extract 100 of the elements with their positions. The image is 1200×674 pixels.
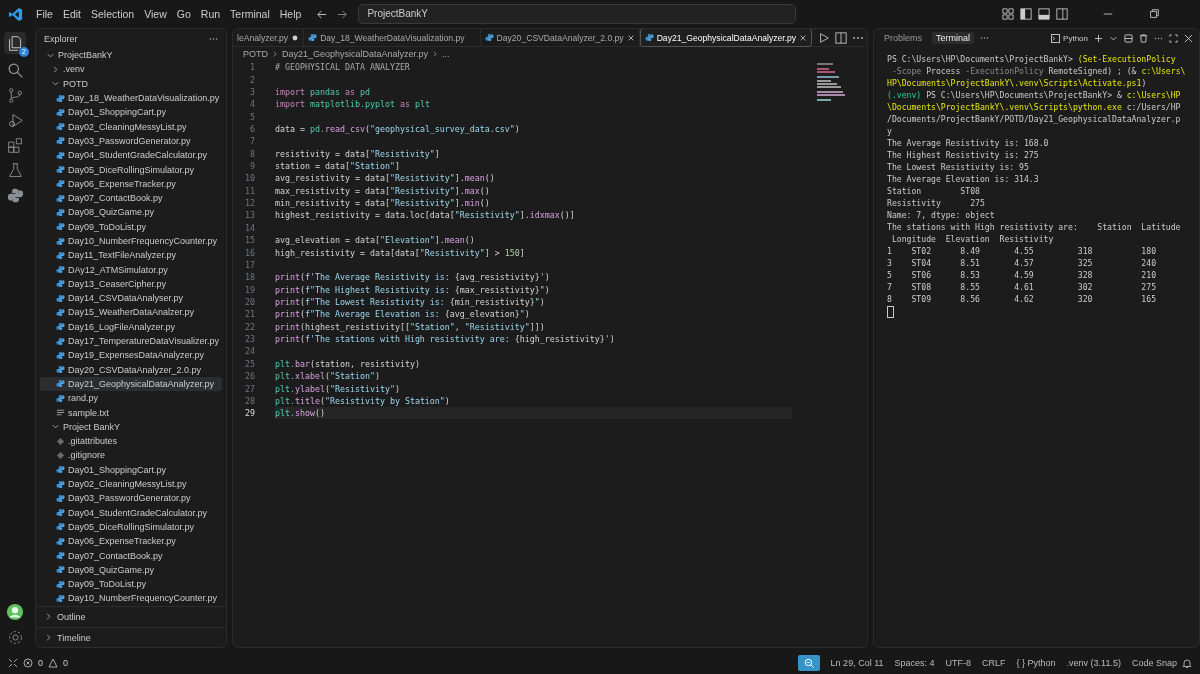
status-item[interactable]: Code Snap [1131, 658, 1177, 668]
breadcrumb-item[interactable]: ... [442, 49, 450, 59]
line-number: 26 [244, 371, 255, 382]
terminal-line: 7 ST08 8.55 4.61 302 275 [887, 281, 1157, 293]
tree-item[interactable]: Day09_ToDoList.py [40, 219, 222, 234]
tree-item[interactable]: Day15_WeatherDataAnalzer.py [40, 305, 222, 320]
tree-item[interactable]: Day07_ContactBook.py [40, 548, 222, 563]
tree-item[interactable]: Day13_CeaserCipher.py [40, 276, 222, 292]
line-number: 27 [244, 383, 255, 394]
tree-item[interactable]: Day02_CleaningMessyList.py [40, 119, 222, 134]
line-number: 19 [244, 284, 255, 295]
line-number: 14 [244, 222, 255, 233]
tree-item[interactable]: Day06_ExpenseTracker.py [40, 176, 222, 191]
line-number: 15 [244, 235, 255, 246]
error-count[interactable]: 0 [38, 658, 43, 668]
menu-item[interactable]: Go [171, 8, 196, 20]
line-number: 18 [244, 272, 255, 283]
menu-item[interactable]: Help [274, 8, 307, 20]
code-line: avg_resistivity = data["Resistivity"].mean() [275, 173, 495, 184]
tree-item[interactable]: rand.py [40, 391, 222, 406]
tree-item[interactable]: Day05_DiceRollingSimulator.py [40, 519, 222, 535]
line-number: 23 [244, 334, 255, 345]
menu-item[interactable]: Terminal [225, 8, 275, 20]
line-number: 16 [244, 247, 255, 258]
editor-tab[interactable]: Day20_CSVDataAnalyzer_2.0.py [480, 29, 640, 46]
status-item[interactable]: .venv (3.11.5) [1066, 658, 1121, 668]
tree-item[interactable]: Day06_ExpenseTracker.py [40, 534, 222, 549]
tree-item[interactable]: .gitignore [40, 448, 222, 463]
tree-item[interactable]: Day03_PasswordGenerator.py [40, 491, 222, 506]
tree-item[interactable]: Day04_StudentGradeCalculator.py [40, 505, 222, 520]
section-header[interactable]: Timeline [36, 626, 226, 647]
command-center-field[interactable]: ProjectBankY [358, 4, 797, 24]
tree-item[interactable]: sample.txt [40, 405, 222, 420]
tree-item[interactable]: ProjectBankY [40, 48, 222, 63]
tree-item[interactable]: Day07_ContactBook.py [40, 190, 222, 206]
tree-item[interactable]: Project BankY [40, 419, 222, 434]
status-item[interactable]: Spaces: 4 [894, 658, 935, 668]
code-line: print(f"The Average Elevation is: {avg_elevation}") [275, 309, 530, 320]
tree-item[interactable]: Day16_LogFileAnalyzer.py [40, 319, 222, 334]
menu-item[interactable]: Edit [57, 8, 86, 20]
editor-tab[interactable]: Day_18_WeatherDataVisualization.py [304, 29, 481, 46]
code-line: print(highest_resistivity[["Station", "Resistivity"]]) [275, 321, 545, 332]
status-item[interactable]: { } Python [1016, 658, 1056, 668]
warning-count[interactable]: 0 [63, 658, 69, 668]
terminal-shell-button[interactable]: Python [1051, 33, 1088, 43]
code-line: plt.bar(station, resistivity) [275, 358, 420, 369]
tree-item[interactable]: Day17_TemperatureDataVisualizer.py [40, 333, 222, 349]
editor-tab[interactable]: leAnalyzer.py [233, 29, 305, 46]
status-item[interactable]: UTF-8 [945, 658, 971, 668]
tree-item[interactable]: Day20_CSVDataAnalyzer_2.0.py [40, 362, 222, 377]
menu-item[interactable]: Run [195, 8, 226, 20]
tree-item[interactable]: Day02_CleaningMessyList.py [40, 476, 222, 492]
tree-item[interactable]: POTD [40, 76, 222, 91]
line-number: 1 [249, 62, 255, 73]
code-line: print(f"The Lowest Resistivity is: {min_resistivity}") [275, 297, 545, 307]
line-number: 9 [249, 161, 255, 172]
menu-item[interactable]: Selection [86, 8, 140, 20]
tree-item[interactable]: Day10_NumberFrequencyCounter.py [40, 233, 222, 249]
breadcrumb-item[interactable]: POTD [243, 49, 268, 59]
code-line: high_resistivity = data[data["Resistivity"] > 150] [275, 247, 525, 258]
tree-item[interactable]: Day10_NumberFrequencyCounter.py [40, 591, 222, 606]
tree-item[interactable]: Day01_ShoppingCart.py [40, 462, 222, 477]
line-number: 25 [244, 358, 255, 369]
breadcrumb-item[interactable]: Day21_GeophysicalDataAnalyzer.py [282, 49, 429, 59]
terminal-line: The stations with High resistivity are: Station Latitude [887, 221, 1181, 233]
tree-item[interactable]: Day21_GeophysicalDataAnalyzer.py [40, 376, 222, 392]
terminal-line: Name: 7, dtype: object [887, 209, 995, 221]
tree-item[interactable]: Day09_ToDoList.py [40, 577, 222, 592]
tree-item[interactable]: .venv [40, 62, 222, 77]
tree-item[interactable]: Day19_ExpensesDataAnalyzer.py [40, 348, 222, 363]
line-number: 28 [244, 395, 255, 406]
panel-tab[interactable]: Terminal [932, 32, 975, 44]
terminal-line: \Documents\ProjectBankY\.venv\Scripts\python.exe c:/Users/HP [887, 101, 1181, 113]
tree-item[interactable]: .gitattributes [40, 434, 222, 449]
tree-item[interactable]: DAy12_ATMSimulator.py [40, 262, 222, 277]
tree-item[interactable]: Day05_DiceRollingSimulator.py [40, 162, 222, 177]
menu-item[interactable]: View [139, 8, 172, 20]
tree-item[interactable]: Day11_TextFileAnalyzer.py [40, 248, 222, 263]
tree-item[interactable]: Day08_QuizGame.py [40, 562, 222, 577]
code-line: print(f'The Average Resistivity is: {avg_resistivity}') [275, 272, 550, 283]
tree-item[interactable]: Day04_StudentGradeCalculator.py [40, 148, 222, 163]
line-number: 29 [244, 408, 255, 419]
code-line: plt.ylabel("Resistivity") [275, 383, 400, 394]
code-line: min_resistivity = data["Resistivity"].min() [275, 198, 490, 209]
terminal-line: /Documents/ProjectBankY/POTD/Day21_GeophysicalDataAnalyzer.p [887, 113, 1181, 125]
line-number: 2 [249, 74, 255, 85]
menu-item[interactable]: File [31, 8, 58, 20]
code-line: data = pd.read_csv("geophysical_survey_data.csv") [275, 123, 520, 134]
tree-item[interactable]: Day14_CSVDataAnalyser.py [40, 291, 222, 306]
tree-item[interactable]: Day08_QuizGame.py [40, 205, 222, 220]
section-header[interactable]: Outline [36, 605, 226, 627]
terminal-line: The Average Elevation is: 314.3 [887, 173, 1039, 185]
status-item[interactable]: Ln 29, Col 11 [830, 658, 884, 668]
editor-tab[interactable]: Day21_GeophysicalDataAnalyzer.py [639, 29, 813, 47]
panel-tab[interactable]: Problems [880, 32, 926, 44]
status-item[interactable]: CRLF [982, 658, 1006, 668]
tree-item[interactable]: Day_18_WeatherDataVisualization.py [40, 90, 222, 106]
tree-item[interactable]: Day03_PasswordGenerator.py [40, 133, 222, 149]
tree-item[interactable]: Day01_ShoppingCart.py [40, 105, 222, 120]
code-line: resistivity = data["Resistivity"] [275, 148, 440, 159]
